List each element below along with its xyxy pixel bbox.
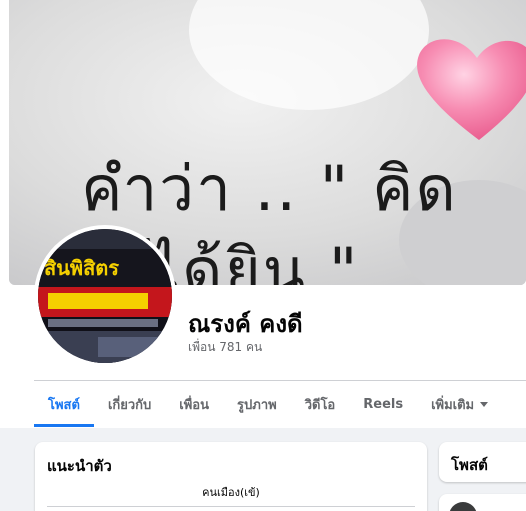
tab-friends[interactable]: เพื่อน — [165, 381, 223, 427]
tab-photos-label: รูปภาพ — [237, 397, 277, 413]
posts-title: โพสต์ — [451, 456, 488, 474]
tab-reels[interactable]: Reels — [349, 381, 417, 427]
avatar-image: สินพิสิตร — [38, 229, 172, 363]
profile-avatar[interactable]: สินพิสิตร — [34, 225, 176, 367]
intro-title: แนะนำตัว — [47, 457, 112, 475]
intro-card: แนะนำตัว คนเมือง(เข้) — [35, 442, 427, 511]
profile-page: คำว่า .. " คิด ได้ยิน " สินพิสิตร ณรงค์ … — [0, 0, 526, 511]
caret-down-icon — [480, 401, 489, 407]
tab-posts-label: โพสต์ — [48, 397, 80, 413]
tab-more-label: เพิ่มเติม — [431, 397, 475, 413]
tab-about-label: เกี่ยวกับ — [107, 397, 152, 413]
cover-caption-line-2: ได้ยิน " — [149, 234, 360, 285]
tab-friends-label: เพื่อน — [179, 397, 210, 413]
tab-videos[interactable]: วิดีโอ — [291, 381, 350, 427]
friends-count[interactable]: เพื่อน 781 คน — [188, 338, 262, 357]
post-preview-card — [439, 494, 526, 511]
avatar-sign-text: สินพิสิตร — [44, 256, 119, 280]
tab-more[interactable]: เพิ่มเติม — [417, 381, 502, 427]
post-author-avatar[interactable] — [449, 502, 477, 511]
tab-videos-label: วิดีโอ — [304, 397, 336, 413]
intro-bio: คนเมือง(เข้) — [202, 486, 260, 499]
intro-divider — [47, 506, 415, 507]
profile-tabs: โพสต์ เกี่ยวกับ เพื่อน รูปภาพ วิดีโอ Ree… — [34, 381, 502, 427]
tab-reels-label: Reels — [363, 396, 404, 412]
posts-card: โพสต์ — [439, 442, 526, 482]
tab-posts[interactable]: โพสต์ — [34, 381, 94, 427]
tab-photos[interactable]: รูปภาพ — [223, 381, 291, 427]
profile-header: คำว่า .. " คิด ได้ยิน " สินพิสิตร ณรงค์ … — [0, 0, 526, 428]
tab-about[interactable]: เกี่ยวกับ — [94, 381, 165, 427]
